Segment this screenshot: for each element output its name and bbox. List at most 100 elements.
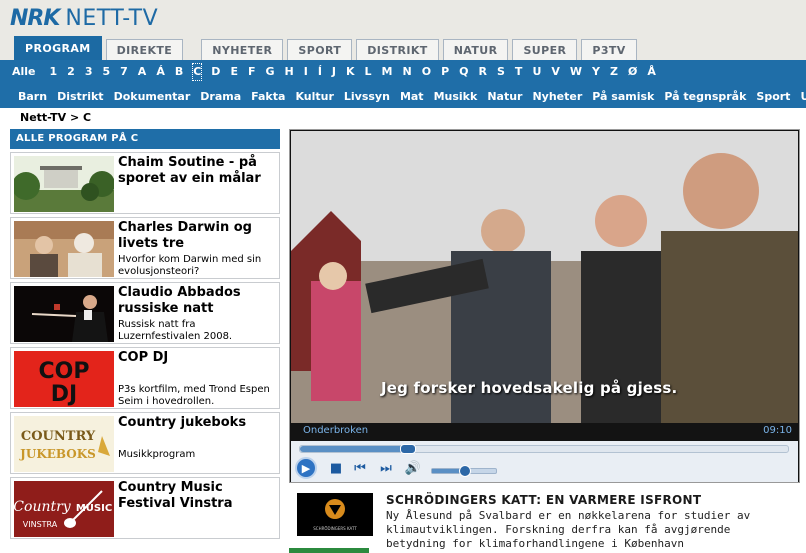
- program-description: P3s kortfilm, med Trond Espen Seim i hov…: [118, 384, 270, 407]
- category-link[interactable]: På samisk: [592, 89, 654, 105]
- list-item[interactable]: COUNTRY JUKEBOKS Country jukeboks Musikkp…: [10, 412, 280, 474]
- alphabet-letter[interactable]: Í: [318, 64, 322, 80]
- featured-program[interactable]: SCHRÖDINGERS KATT SCHRÖDINGERS KATT: EN …: [289, 488, 800, 550]
- tab-p3tv[interactable]: P3TV: [581, 39, 637, 60]
- alphabet-letter[interactable]: U: [532, 64, 541, 80]
- video-player: Jeg forsker hovedsakelig på gjess. Onder…: [289, 129, 800, 483]
- category-link[interactable]: Unde: [800, 89, 806, 105]
- alphabet-letter[interactable]: 3: [85, 64, 93, 80]
- alphabet-letter[interactable]: 1: [50, 64, 58, 80]
- category-link[interactable]: Distrikt: [57, 89, 103, 105]
- alphabet-letter[interactable]: Y: [592, 64, 600, 80]
- mute-button[interactable]: 🔊: [403, 457, 423, 479]
- alphabet-letter[interactable]: O: [422, 64, 431, 80]
- list-item[interactable]: Chaim Soutine - på sporet av ein målar: [10, 152, 280, 214]
- alphabet-letter[interactable]: J: [332, 64, 336, 80]
- nett-tv-wordmark: NETT-TV: [65, 5, 159, 31]
- alphabet-letter[interactable]: W: [570, 64, 582, 80]
- tab-direkte[interactable]: DIREKTE: [105, 39, 184, 60]
- alphabet-letter[interactable]: P: [441, 64, 449, 80]
- program-title[interactable]: COP DJ: [118, 350, 276, 366]
- alphabet-letter[interactable]: D: [211, 64, 220, 80]
- tab-super[interactable]: SUPER: [512, 39, 578, 60]
- alphabet-letter[interactable]: 7: [120, 64, 128, 80]
- alphabet-letter[interactable]: 2: [67, 64, 75, 80]
- tab-natur[interactable]: NATUR: [442, 39, 509, 60]
- video-frame[interactable]: Jeg forsker hovedsakelig på gjess.: [291, 131, 798, 423]
- volume-handle[interactable]: [459, 465, 471, 477]
- tab-nyheter[interactable]: NYHETER: [201, 39, 284, 60]
- program-thumbnail[interactable]: COP DJ: [14, 351, 114, 407]
- alphabet-letter[interactable]: B: [175, 64, 183, 80]
- category-link[interactable]: Kultur: [295, 89, 333, 105]
- featured-description: Ny Ålesund på Svalbard er en nøkkelarena…: [386, 509, 751, 550]
- alphabet-all[interactable]: Alle: [12, 64, 36, 80]
- seek-handle[interactable]: [400, 444, 417, 454]
- program-title[interactable]: Country jukeboks: [118, 415, 276, 431]
- cmf-country-text: Country: [14, 499, 72, 515]
- alphabet-letter[interactable]: N: [403, 64, 412, 80]
- program-thumbnail[interactable]: Country MUSIC VINSTRA: [14, 481, 114, 537]
- category-link[interactable]: Natur: [487, 89, 522, 105]
- featured-title[interactable]: SCHRÖDINGERS KATT: EN VARMERE ISFRONT: [386, 493, 701, 507]
- previous-button[interactable]: ⏮: [351, 457, 369, 479]
- featured-thumbnail[interactable]: SCHRÖDINGERS KATT: [297, 493, 373, 536]
- program-title[interactable]: Charles Darwin og livets tre: [118, 220, 276, 252]
- seek-bar[interactable]: [299, 444, 789, 454]
- list-item[interactable]: COP DJ COP DJ P3s kortfilm, med Trond Esp…: [10, 347, 280, 409]
- alphabet-letter[interactable]: T: [515, 64, 523, 80]
- list-item[interactable]: Charles Darwin og livets tre Hvorfor kom…: [10, 217, 280, 279]
- category-link[interactable]: Mat: [400, 89, 424, 105]
- alphabet-letter[interactable]: Á: [156, 64, 165, 80]
- alphabet-letter[interactable]: V: [551, 64, 560, 80]
- list-item[interactable]: Claudio Abbados russiske natt Russisk na…: [10, 282, 280, 344]
- alphabet-letter[interactable]: E: [230, 64, 238, 80]
- category-link[interactable]: Barn: [18, 89, 47, 105]
- alphabet-letter[interactable]: H: [285, 64, 294, 80]
- video-program-name[interactable]: Onderbroken: [303, 425, 368, 436]
- play-button[interactable]: ▶: [295, 457, 317, 479]
- alphabet-letter[interactable]: F: [248, 64, 256, 80]
- alphabet-letter[interactable]: I: [304, 64, 308, 80]
- tab-sport[interactable]: SPORT: [287, 39, 353, 60]
- tab-program[interactable]: PROGRAM: [14, 36, 102, 60]
- top-header: NRK NETT-TV PROGRAM DIREKTE NYHETER SPOR…: [0, 0, 806, 60]
- video-info-bar: Onderbroken 09:10: [291, 423, 798, 441]
- alphabet-letter[interactable]: 5: [102, 64, 110, 80]
- alphabet-letter[interactable]: Å: [647, 64, 656, 80]
- program-title[interactable]: Chaim Soutine - på sporet av ein målar: [118, 155, 276, 187]
- category-link[interactable]: Dokumentar: [114, 89, 191, 105]
- alphabet-letter[interactable]: L: [365, 64, 372, 80]
- program-thumbnail[interactable]: [14, 221, 114, 277]
- alphabet-letter[interactable]: S: [497, 64, 505, 80]
- category-link[interactable]: På tegnspråk: [664, 89, 746, 105]
- program-title[interactable]: Country Music Festival Vinstra: [118, 480, 276, 512]
- program-list: ALLE PROGRAM PÅ C Chaim Soutine - på spo…: [10, 129, 280, 539]
- category-link[interactable]: Nyheter: [532, 89, 582, 105]
- alphabet-letter[interactable]: C: [192, 63, 203, 81]
- alphabet-letter[interactable]: K: [346, 64, 355, 80]
- featured-thumb-text: SCHRÖDINGERS KATT: [313, 526, 357, 531]
- category-link[interactable]: Fakta: [251, 89, 285, 105]
- category-link[interactable]: Sport: [756, 89, 790, 105]
- category-link[interactable]: Livssyn: [344, 89, 390, 105]
- program-title[interactable]: Claudio Abbados russiske natt: [118, 285, 276, 317]
- alphabet-letter[interactable]: Ø: [628, 64, 637, 80]
- alphabet-letter[interactable]: Q: [459, 64, 468, 80]
- alphabet-letter[interactable]: G: [265, 64, 274, 80]
- volume-slider[interactable]: [431, 465, 497, 477]
- program-thumbnail[interactable]: [14, 156, 114, 212]
- next-button[interactable]: ⏭: [377, 457, 395, 479]
- category-link[interactable]: Musikk: [434, 89, 478, 105]
- stop-button[interactable]: ■: [329, 457, 343, 479]
- alphabet-letter[interactable]: R: [479, 64, 487, 80]
- alphabet-letter[interactable]: A: [138, 64, 147, 80]
- alphabet-letter[interactable]: Z: [610, 64, 618, 80]
- list-item[interactable]: Country MUSIC VINSTRA Country Music Festiv…: [10, 477, 280, 539]
- program-thumbnail[interactable]: COUNTRY JUKEBOKS: [14, 416, 114, 472]
- tab-distrikt[interactable]: DISTRIKT: [356, 39, 439, 60]
- nrk-logo[interactable]: NRK NETT-TV: [10, 5, 159, 31]
- category-link[interactable]: Drama: [200, 89, 241, 105]
- program-thumbnail[interactable]: [14, 286, 114, 342]
- alphabet-letter[interactable]: M: [382, 64, 393, 80]
